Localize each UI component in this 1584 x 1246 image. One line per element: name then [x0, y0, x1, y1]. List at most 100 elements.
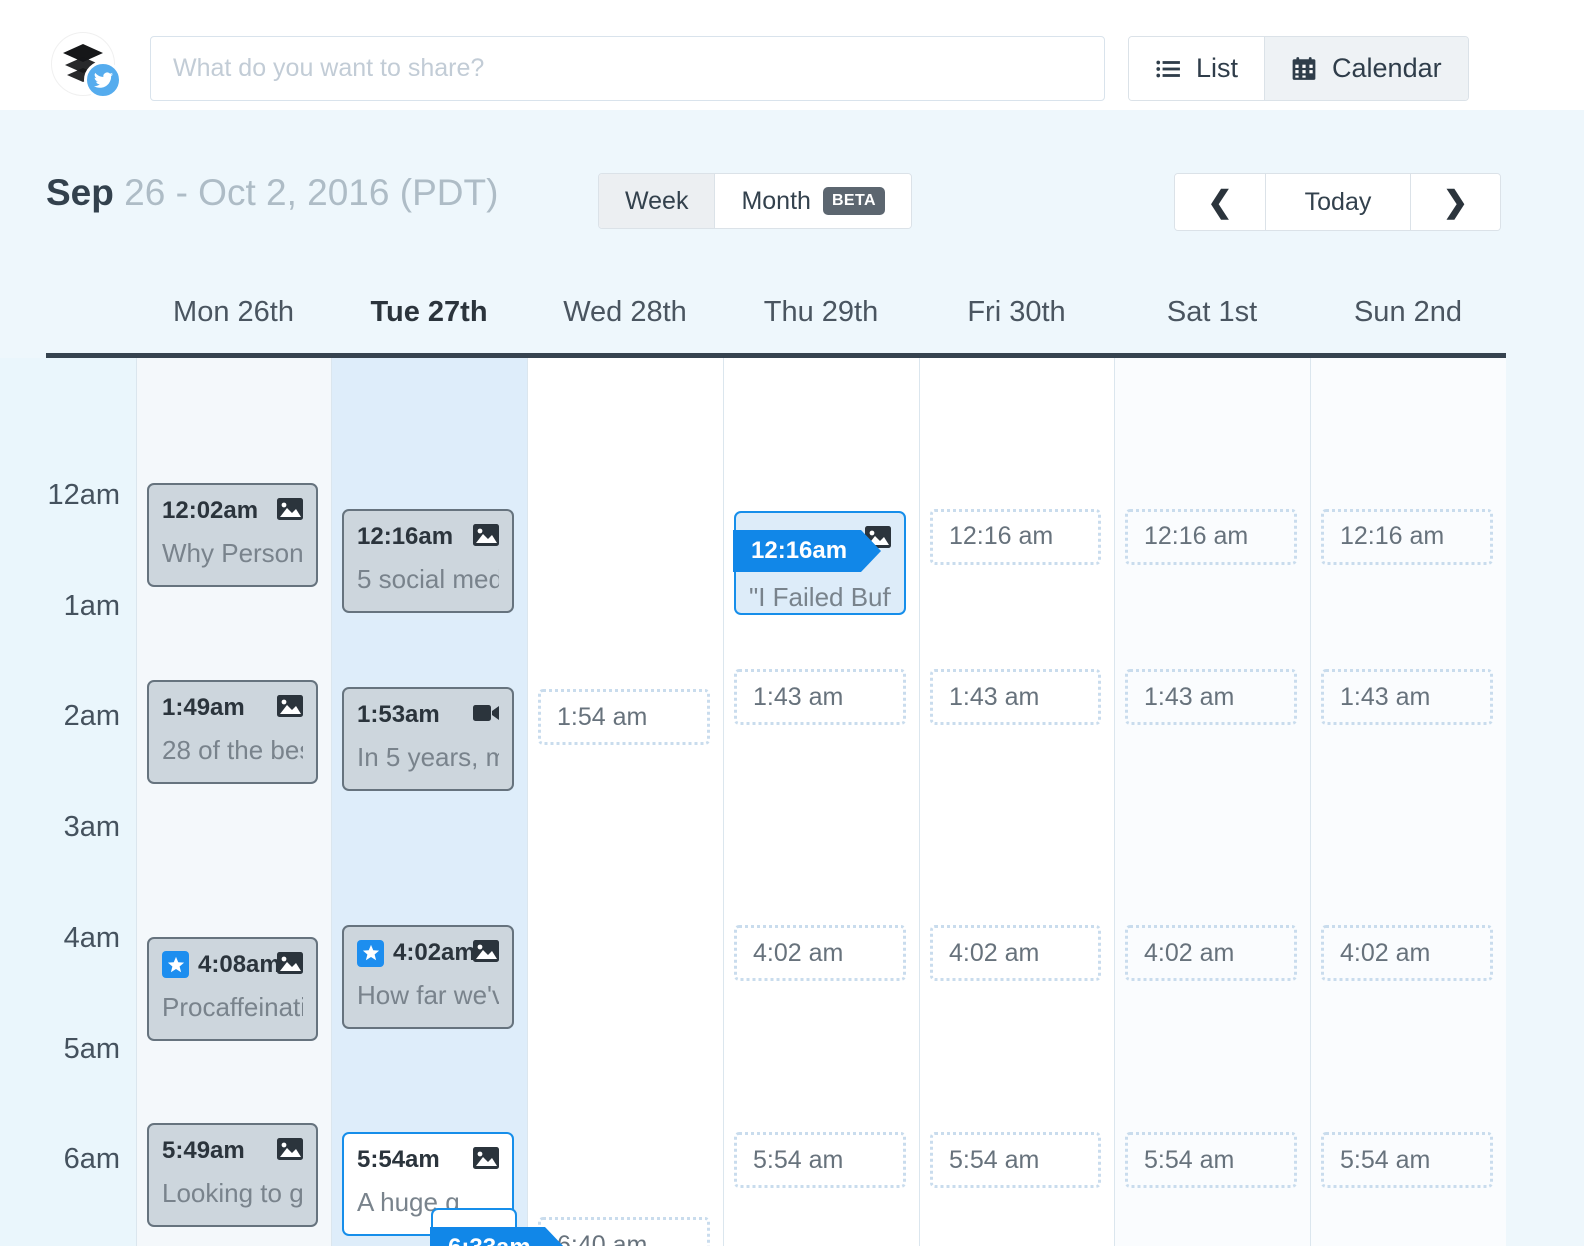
hour-label-0: 12am: [47, 479, 120, 512]
event-header: 5:49am: [162, 1136, 303, 1166]
share-input[interactable]: [150, 36, 1105, 101]
range-toggle-month[interactable]: Month BETA: [714, 174, 910, 228]
empty-slot[interactable]: 5:54 am: [734, 1132, 906, 1188]
empty-slot-time: 5:54 am: [1340, 1146, 1430, 1175]
profile-avatar[interactable]: [46, 33, 130, 99]
empty-slot-time: 1:43 am: [1144, 683, 1234, 712]
day-column-6[interactable]: [1310, 358, 1506, 1246]
calendar-panel: Sep 26 - Oct 2, 2016 (PDT) Week Month BE…: [0, 110, 1584, 1246]
empty-slot[interactable]: 4:02 am: [1125, 925, 1297, 981]
date-range: Sep 26 - Oct 2, 2016 (PDT): [46, 172, 498, 214]
empty-slot[interactable]: 5:54 am: [930, 1132, 1101, 1188]
empty-slot-time: 6:40 am: [557, 1231, 647, 1246]
empty-slot-time: 4:02 am: [949, 939, 1039, 968]
calendar-icon: [1291, 56, 1317, 82]
empty-slot[interactable]: 4:02 am: [734, 925, 906, 981]
empty-slot[interactable]: 12:16 am: [930, 509, 1101, 565]
event-header: 1:49am: [162, 693, 303, 723]
event-text: In 5 years, m...: [357, 742, 499, 773]
day-column-5[interactable]: [1114, 358, 1310, 1246]
hour-label-3: 3am: [64, 811, 120, 844]
empty-slot[interactable]: 1:54 am: [538, 689, 710, 745]
empty-slot[interactable]: 1:43 am: [1321, 669, 1493, 725]
empty-slot-time: 12:16 am: [1340, 522, 1444, 551]
empty-slot-time: 4:02 am: [1144, 939, 1234, 968]
hour-label-4: 4am: [64, 922, 120, 955]
event-text: Procaffeinati...: [162, 992, 303, 1023]
date-range-month: Sep: [46, 172, 114, 213]
view-toggle-calendar[interactable]: Calendar: [1264, 37, 1468, 100]
star-icon: [162, 951, 189, 978]
empty-slot-time: 5:54 am: [949, 1146, 1039, 1175]
hour-label-2: 2am: [64, 700, 120, 733]
calendar-event[interactable]: 12:16am"I Failed Buff...: [734, 511, 906, 615]
empty-slot-time: 12:16 am: [949, 522, 1053, 551]
beta-badge: BETA: [823, 187, 885, 215]
calendar-event[interactable]: 12:02amWhy Persona...: [147, 483, 318, 587]
event-text: Why Persona...: [162, 538, 303, 569]
app-header: List Calendar: [0, 0, 1584, 110]
view-toggle-group: List Calendar: [1128, 36, 1469, 101]
event-time: 1:53am: [357, 701, 440, 729]
event-time: 4:02am: [393, 939, 476, 967]
image-icon: [473, 940, 499, 962]
event-body: 12:16am5 social medi...: [342, 509, 514, 613]
today-button-label: Today: [1305, 188, 1372, 217]
twitter-icon: [84, 61, 122, 99]
calendar-event[interactable]: 4:02amHow far we'v...: [342, 925, 514, 1029]
view-toggle-list[interactable]: List: [1129, 37, 1264, 100]
today-button[interactable]: Today: [1265, 174, 1410, 230]
calendar-nav-group: ❮ Today ❯: [1174, 173, 1501, 231]
calendar-event[interactable]: 4:08amProcaffeinati...: [147, 937, 318, 1041]
event-header: 4:02am: [357, 938, 499, 968]
calendar-event[interactable]: 1:49am28 of the bes...: [147, 680, 318, 784]
empty-slot-time: 4:02 am: [1340, 939, 1430, 968]
empty-slot[interactable]: 5:54 am: [1125, 1132, 1297, 1188]
empty-slot[interactable]: 5:54 am: [1321, 1132, 1493, 1188]
empty-slot-time: 12:16 am: [1144, 522, 1248, 551]
empty-slot[interactable]: 12:16 am: [1321, 509, 1493, 565]
empty-slot-time: 5:54 am: [753, 1146, 843, 1175]
day-header-4: Fri 30th: [919, 296, 1114, 329]
range-toggle-group: Week Month BETA: [598, 173, 912, 229]
image-icon: [277, 952, 303, 974]
event-header: 6:33am: [446, 1221, 502, 1246]
range-toggle-week[interactable]: Week: [599, 174, 714, 228]
empty-slot-time: 1:43 am: [753, 683, 843, 712]
empty-slot[interactable]: 4:02 am: [1321, 925, 1493, 981]
event-body: 4:02amHow far we'v...: [342, 925, 514, 1029]
event-time-badge: 12:16am: [733, 530, 861, 572]
empty-slot[interactable]: 1:43 am: [734, 669, 906, 725]
empty-slot-time: 1:43 am: [1340, 683, 1430, 712]
calendar-event[interactable]: 5:49amLooking to g...: [147, 1123, 318, 1227]
day-header-2: Wed 28th: [527, 296, 723, 329]
event-time: 5:54am: [357, 1146, 440, 1174]
empty-slot[interactable]: 1:43 am: [930, 669, 1101, 725]
event-body: 1:49am28 of the bes...: [147, 680, 318, 784]
event-body: 6:33amOur ...: [431, 1208, 517, 1246]
calendar-event[interactable]: 6:33amOur ...: [431, 1208, 517, 1246]
day-header-3: Thu 29th: [723, 296, 919, 329]
empty-slot[interactable]: 4:02 am: [930, 925, 1101, 981]
next-week-button[interactable]: ❯: [1410, 174, 1500, 230]
day-column-4[interactable]: [919, 358, 1114, 1246]
day-column-2[interactable]: [527, 358, 723, 1246]
day-column-3[interactable]: [723, 358, 919, 1246]
calendar-event[interactable]: 1:53am In 5 years, m...: [342, 687, 514, 791]
event-header: 12:16am: [749, 524, 891, 570]
empty-slot[interactable]: 12:16 am: [1125, 509, 1297, 565]
star-icon: [357, 940, 384, 967]
event-time: 12:16am: [357, 523, 453, 551]
chevron-right-icon: ❯: [1443, 185, 1468, 220]
calendar-event[interactable]: 12:16am5 social medi...: [342, 509, 514, 613]
empty-slot[interactable]: 1:43 am: [1125, 669, 1297, 725]
event-body: 1:53am In 5 years, m...: [342, 687, 514, 791]
image-icon: [473, 524, 499, 546]
empty-slot-time: 1:54 am: [557, 703, 647, 732]
day-column-1[interactable]: [331, 358, 527, 1246]
video-icon: [473, 702, 499, 724]
image-icon: [277, 498, 303, 520]
image-icon: [277, 695, 303, 717]
prev-week-button[interactable]: ❮: [1175, 174, 1265, 230]
calendar-grid: 12am1am2am3am4am5am6am7am 1:54 am6:40 am…: [0, 358, 1584, 1246]
